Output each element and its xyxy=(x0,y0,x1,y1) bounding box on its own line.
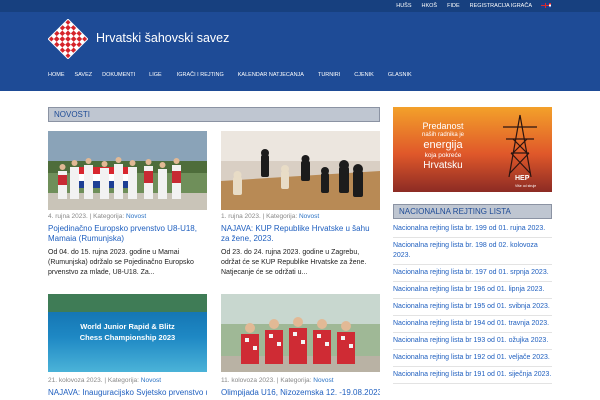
english-flag-icon[interactable] xyxy=(541,3,549,8)
article-1-category[interactable]: Novost xyxy=(126,213,146,220)
ad-line-3: energija xyxy=(423,139,463,151)
rating-list-item[interactable]: Nacionalna rejting lista br 191 od 01. s… xyxy=(393,367,552,384)
news-heading-text: NOVOSTI xyxy=(54,110,91,119)
ad-line-4: koja pokreće xyxy=(424,152,462,159)
ratings-heading-text: NACIONALNA REJTING LISTA xyxy=(399,207,511,216)
nav-item-glasnik[interactable]: GLASNIK xyxy=(388,70,412,82)
article-1-title[interactable]: Pojedinačno Europsko prvenstvo U8-U18, M… xyxy=(48,224,207,244)
ad-line-5: Hrvatsku xyxy=(423,160,463,171)
article-3-category[interactable]: Novost xyxy=(141,377,161,384)
top-link-fide[interactable]: FIDE xyxy=(447,2,460,10)
article-image-team-flag[interactable] xyxy=(48,131,207,210)
world-junior-line-2: Chess Championship 2023 xyxy=(79,333,176,342)
article-1-excerpt: Od 04. do 15. rujna 2023. godine u Mamai… xyxy=(48,249,194,276)
rating-list-item[interactable]: Nacionalna rejting lista br 192 od 01. v… xyxy=(393,350,552,367)
rating-list-item[interactable]: Nacionalna rejting lista br 193 od 01. o… xyxy=(393,333,552,350)
top-link-huss[interactable]: HUŠS xyxy=(396,2,411,10)
article-4-category[interactable]: Novost xyxy=(313,377,333,384)
news-section-heading: NOVOSTI xyxy=(48,107,380,122)
site-title[interactable]: Hrvatski šahovski savez xyxy=(96,31,229,45)
rating-list-item[interactable]: Nacionalna rejting lista br 196 od 01. l… xyxy=(393,282,552,299)
rating-list: Nacionalna rejting lista br. 199 od 01. … xyxy=(393,221,552,384)
top-link-hkos[interactable]: HKOŠ xyxy=(422,2,438,10)
article-4-title[interactable]: Olimpijada U16, Nizozemska 12. -19.08.20… xyxy=(221,388,380,398)
article-2-title[interactable]: NAJAVA: KUP Republike Hrvatske u šahu za… xyxy=(221,224,380,244)
nav-item-lige[interactable]: LIGE xyxy=(149,70,162,82)
article-2-category-label: Kategorija: xyxy=(266,213,298,220)
nav-item-savez[interactable]: SAVEZ xyxy=(75,70,93,82)
rating-list-item[interactable]: Nacionalna rejting lista br. 198 od 02. … xyxy=(393,238,552,265)
chessboard-logo-icon[interactable] xyxy=(48,19,88,59)
article-3-title[interactable]: NAJAVA: Inauguracijsko Svjetsko prvenstv… xyxy=(48,388,207,398)
top-link-registracija[interactable]: REGISTRACIJA IGRAČA xyxy=(470,2,532,10)
article-3-meta: 21. kolovoza 2023. | Kategorija: Novost xyxy=(48,377,162,384)
hep-advert[interactable]: Predanost naših radnika je energija koja… xyxy=(393,107,552,192)
article-4-category-label: Kategorija: xyxy=(280,377,312,384)
article-2-excerpt: Od 23. do 24. rujna 2023. godine u Zagre… xyxy=(221,249,367,276)
article-image-chess-pieces[interactable] xyxy=(221,131,380,210)
hep-logo: HEP xyxy=(515,175,530,182)
article-1-date: 4. rujna 2023. xyxy=(48,213,88,220)
article-2-meta: 1. rujna 2023. | Kategorija: Novost xyxy=(221,213,320,220)
rating-list-item[interactable]: Nacionalna rejting lista br 194 od 01. t… xyxy=(393,316,552,333)
article-image-world-junior[interactable]: World Junior Rapid & Blitz Chess Champio… xyxy=(48,294,207,372)
article-4-date: 11. kolovoza 2023. xyxy=(221,377,276,384)
article-3-category-label: Kategorija: xyxy=(107,377,139,384)
main-nav: HOME SAVEZ DOKUMENTI LIGE IGRAČI I REJTI… xyxy=(48,70,412,82)
article-image-olympiad-team[interactable] xyxy=(221,294,380,372)
rating-list-item[interactable]: Nacionalna rejting lista br. 197 od 01. … xyxy=(393,265,552,282)
top-links: HUŠS HKOŠ FIDE REGISTRACIJA IGRAČA xyxy=(386,2,532,10)
nav-item-dokumenti[interactable]: DOKUMENTI xyxy=(102,70,135,82)
power-pylon-icon xyxy=(503,114,537,177)
hep-slogan: Više od struje xyxy=(515,184,537,188)
article-2-date: 1. rujna 2023. xyxy=(221,213,261,220)
rating-list-item[interactable]: Nacionalna rejting lista br 195 od 01. s… xyxy=(393,299,552,316)
world-junior-line-1: World Junior Rapid & Blitz xyxy=(80,322,175,331)
ad-line-1: Predanost xyxy=(422,121,464,131)
article-1-category-label: Kategorija: xyxy=(93,213,125,220)
nav-item-home[interactable]: HOME xyxy=(48,70,65,82)
rating-list-item[interactable]: Nacionalna rejting lista br. 199 od 01. … xyxy=(393,221,552,238)
nav-item-cjenik[interactable]: CJENIK xyxy=(354,70,374,82)
article-2-category[interactable]: Novost xyxy=(299,213,319,220)
article-3-date: 21. kolovoza 2023. xyxy=(48,377,103,384)
ratings-section-heading: NACIONALNA REJTING LISTA xyxy=(393,204,552,219)
site-header: HUŠS HKOŠ FIDE REGISTRACIJA IGRAČA Hrvat… xyxy=(0,0,600,91)
nav-item-igraci[interactable]: IGRAČI I REJTING xyxy=(177,70,224,82)
article-1-meta: 4. rujna 2023. | Kategorija: Novost xyxy=(48,213,147,220)
coastline-shape xyxy=(48,294,207,312)
nav-item-turniri[interactable]: TURNIRI xyxy=(318,70,340,82)
ad-line-2: naših radnika je xyxy=(421,132,465,138)
nav-item-kalendar[interactable]: KALENDAR NATJECANJA xyxy=(238,70,304,82)
article-4-meta: 11. kolovoza 2023. | Kategorija: Novost xyxy=(221,377,334,384)
